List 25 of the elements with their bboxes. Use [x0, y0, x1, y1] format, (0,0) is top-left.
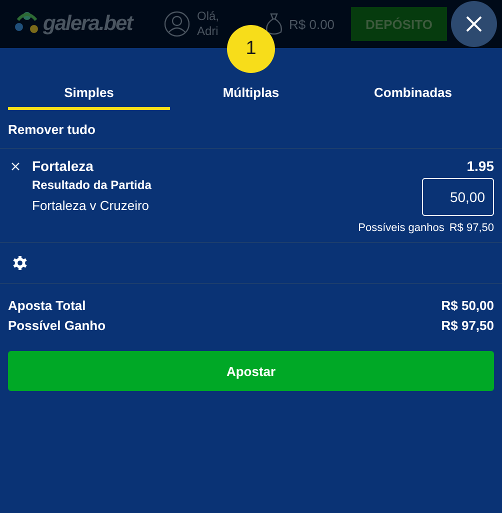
total-label: Possível Ganho [8, 318, 106, 333]
greeting-text: Adri [197, 24, 220, 39]
market-name: Resultado da Partida [32, 178, 152, 192]
remove-all-link[interactable]: Remover tudo [8, 122, 96, 137]
greeting-text: Olá, [197, 9, 220, 24]
close-button[interactable] [451, 1, 497, 47]
total-label: Aposta Total [8, 298, 86, 313]
odds-value: 1.95 [466, 158, 494, 174]
balance-text: R$ 0.00 [289, 16, 335, 32]
tab[interactable]: Combinadas [332, 78, 494, 110]
settings-icon[interactable] [12, 255, 28, 271]
event-name: Fortaleza v Cruzeiro [32, 198, 150, 213]
logo-text: galera.bet [43, 12, 132, 36]
total-value: R$ 50,00 [441, 298, 494, 313]
close-icon [465, 15, 483, 33]
step-badge: 1 [227, 25, 275, 73]
winnings-label: Possíveis ganhos [358, 222, 444, 234]
winnings-value: R$ 97,50 [449, 222, 494, 234]
user-icon[interactable] [164, 11, 190, 37]
tab[interactable]: Simples [8, 78, 170, 110]
selection-name: Fortaleza [32, 158, 94, 174]
total-value: R$ 97,50 [441, 318, 494, 333]
tab[interactable]: Múltiplas [170, 78, 332, 110]
money-bag-icon [264, 12, 284, 36]
stake-field[interactable]: 50,00 [422, 178, 494, 216]
